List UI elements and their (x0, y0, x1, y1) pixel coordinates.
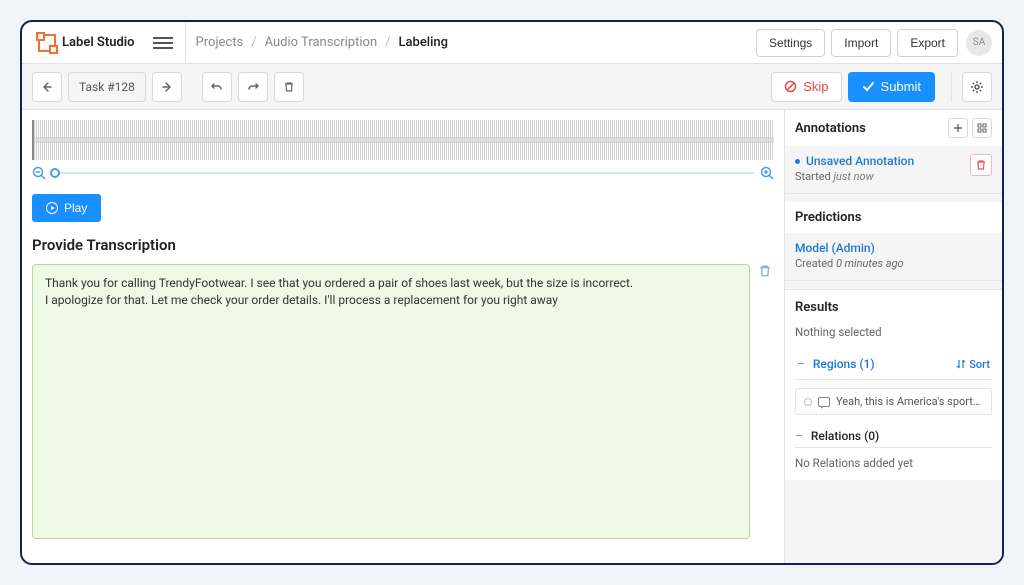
app-name: Label Studio (62, 35, 135, 50)
comment-icon (818, 397, 830, 407)
arrow-right-icon (161, 81, 173, 93)
user-avatar[interactable]: SA (966, 30, 992, 56)
redo-icon (246, 80, 260, 94)
predictions-panel: Predictions Model (Admin) Created 0 minu… (785, 202, 1002, 281)
sort-button[interactable]: Sort (956, 358, 990, 371)
cancel-icon (784, 80, 797, 93)
annotation-view-button[interactable] (972, 118, 992, 138)
prev-task-button[interactable] (32, 72, 62, 102)
delete-task-button[interactable] (274, 72, 304, 102)
breadcrumb-projects[interactable]: Projects (196, 35, 244, 50)
annotations-panel: Annotations (785, 110, 1002, 194)
settings-button[interactable]: Settings (756, 29, 825, 57)
trash-icon (758, 264, 772, 278)
section-title: Provide Transcription (32, 236, 774, 254)
sidebar: Annotations (784, 110, 1002, 563)
unsaved-dot-icon (795, 159, 800, 164)
export-button[interactable]: Export (897, 29, 958, 57)
sort-icon (956, 359, 966, 369)
import-button[interactable]: Import (831, 29, 891, 57)
transcription-row: Thank you for calling TrendyFootwear. I … (32, 264, 774, 539)
play-icon (46, 202, 58, 214)
region-text: Yeah, this is America's sports talk s... (836, 395, 983, 408)
audio-waveform[interactable] (32, 120, 774, 160)
relations-toggle[interactable]: –Relations (0) (795, 425, 992, 448)
gear-icon (970, 80, 984, 94)
plus-icon (953, 123, 963, 133)
region-marker-icon (804, 398, 812, 406)
annotation-item[interactable]: Unsaved Annotation (795, 154, 914, 168)
predictions-header: Predictions (795, 210, 861, 225)
breadcrumb-sep: / (385, 35, 390, 50)
task-toolbar: Task #128 Skip Submit (22, 64, 1002, 110)
app-window: Label Studio Projects / Audio Transcript… (20, 20, 1004, 565)
transcription-textarea[interactable]: Thank you for calling TrendyFootwear. I … (32, 264, 750, 539)
zoom-out-icon[interactable] (32, 166, 46, 180)
submit-button[interactable]: Submit (848, 72, 935, 102)
trash-icon (283, 81, 295, 93)
results-panel: Results Nothing selected –Regions (1) So… (785, 289, 1002, 480)
trash-icon (975, 159, 987, 171)
arrow-left-icon (41, 81, 53, 93)
breadcrumb-current: Labeling (399, 35, 449, 50)
waveform-controls (32, 166, 774, 180)
annotations-header: Annotations (795, 121, 866, 136)
zoom-in-icon[interactable] (760, 166, 774, 180)
results-header: Results (795, 300, 992, 315)
prediction-item[interactable]: Model (Admin) (795, 241, 992, 255)
undo-icon (210, 80, 224, 94)
main-panel: Play Provide Transcription Thank you for… (22, 110, 784, 563)
task-label: Task #128 (68, 72, 146, 102)
check-icon (862, 80, 875, 93)
logo-icon (38, 34, 56, 52)
breadcrumb: Projects / Audio Transcription / Labelin… (185, 22, 756, 63)
app-logo[interactable]: Label Studio (32, 34, 141, 52)
app-body: Play Provide Transcription Thank you for… (22, 110, 1002, 563)
skip-button[interactable]: Skip (771, 72, 841, 102)
hamburger-menu-icon[interactable] (153, 33, 173, 53)
region-item[interactable]: Yeah, this is America's sports talk s... (795, 388, 992, 415)
redo-button[interactable] (238, 72, 268, 102)
play-button[interactable]: Play (32, 194, 101, 222)
nothing-selected-label: Nothing selected (795, 325, 992, 339)
grid-icon (977, 123, 987, 133)
delete-transcription-button[interactable] (758, 264, 774, 280)
next-task-button[interactable] (152, 72, 182, 102)
settings-gear-button[interactable] (962, 72, 992, 102)
delete-annotation-button[interactable] (970, 154, 992, 176)
no-relations-label: No Relations added yet (795, 456, 992, 470)
zoom-slider[interactable] (52, 168, 754, 178)
breadcrumb-collection[interactable]: Audio Transcription (265, 35, 378, 50)
add-annotation-button[interactable] (948, 118, 968, 138)
top-bar: Label Studio Projects / Audio Transcript… (22, 22, 1002, 64)
breadcrumb-sep: / (251, 35, 256, 50)
undo-button[interactable] (202, 72, 232, 102)
regions-toggle[interactable]: –Regions (1) Sort (795, 349, 992, 380)
